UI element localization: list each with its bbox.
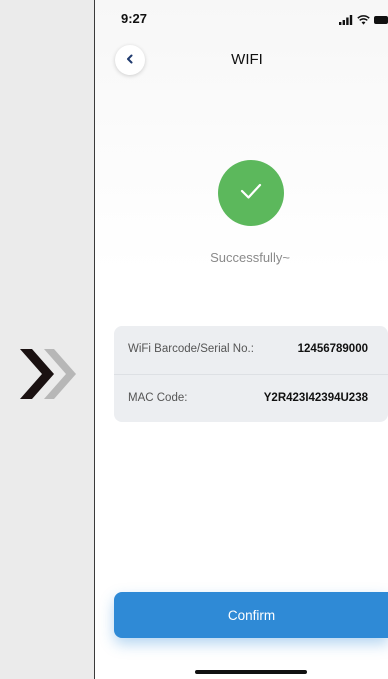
screen: 9:27 WIFI Successfully~ WiFi Barcode/Ser… [0, 0, 388, 679]
home-indicator[interactable] [195, 670, 307, 674]
info-row-serial: WiFi Barcode/Serial No.: 12456789000 [114, 326, 388, 374]
info-card: WiFi Barcode/Serial No.: 12456789000 MAC… [114, 326, 388, 422]
signal-icon [339, 12, 353, 30]
page-title: WIFI [231, 51, 263, 68]
checkmark-icon [236, 179, 266, 208]
mac-value: Y2R423I42394U238 [263, 392, 368, 404]
back-button[interactable] [115, 45, 145, 75]
info-row-mac: MAC Code: Y2R423I42394U238 [114, 374, 388, 422]
wifi-icon [357, 12, 370, 30]
double-chevron-right-icon [18, 345, 84, 403]
serial-value: 12456789000 [297, 343, 368, 355]
success-badge [218, 160, 284, 226]
status-icons [339, 12, 388, 30]
success-message: Successfully~ [210, 250, 290, 265]
phone-screen: 9:27 WIFI Successfully~ WiFi Barcode/Ser… [94, 0, 388, 679]
status-bar: 9:27 [95, 0, 388, 36]
header: WIFI [95, 40, 388, 82]
confirm-button[interactable]: Confirm [114, 592, 388, 638]
status-time: 9:27 [121, 11, 148, 26]
mac-label: MAC Code: [128, 392, 188, 404]
serial-label: WiFi Barcode/Serial No.: [128, 343, 254, 355]
chevron-left-icon [125, 51, 135, 69]
battery-icon [374, 12, 388, 30]
